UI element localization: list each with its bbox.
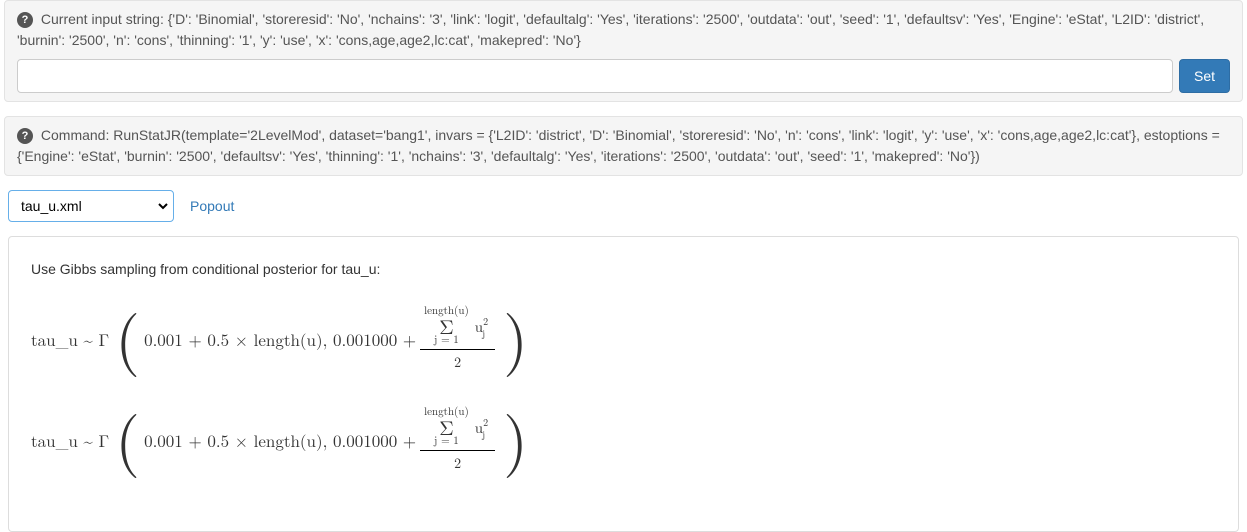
command-panel: ? Command: RunStatJR(template='2LevelMod… (4, 116, 1243, 176)
summand: uj2 (475, 417, 491, 438)
sigma-icon: length(u) Σ j = 1 (424, 406, 469, 448)
formula-body: 0.001 + 0.5 × length(u), 0.001000 + leng… (140, 305, 503, 372)
sigma-lower: j = 1 (434, 435, 459, 446)
input-row: Set (17, 59, 1230, 93)
summand-sup: 2 (483, 314, 488, 328)
command-text: ? Command: RunStatJR(template='2LevelMod… (17, 125, 1230, 167)
question-icon: ? (17, 128, 33, 144)
paren-left-icon: ( (115, 311, 140, 359)
formula-body: 0.001 + 0.5 × length(u), 0.001000 + leng… (140, 406, 503, 473)
formula-lhs: tau_u ~ Γ (31, 428, 109, 452)
formula-arg1: 0.001 + 0.5 × length(u), 0.001000 + (144, 428, 416, 452)
sigma-lower: j = 1 (434, 334, 459, 345)
fraction: length(u) Σ j = 1 uj2 2 (420, 406, 495, 473)
input-string-panel: ? Current input string: {'D': 'Binomial'… (4, 0, 1243, 102)
sigma-icon: length(u) Σ j = 1 (424, 305, 469, 347)
fraction-numerator: length(u) Σ j = 1 uj2 (420, 305, 495, 350)
formula-2: tau_u ~ Γ ( 0.001 + 0.5 × length(u), 0.0… (31, 406, 1216, 473)
summand: uj2 (475, 316, 491, 337)
question-icon: ? (17, 12, 33, 28)
paren-right-icon: ) (503, 311, 528, 359)
fraction-denom: 2 (454, 350, 461, 372)
input-string-value: {'D': 'Binomial', 'storeresid': 'No', 'n… (17, 11, 1204, 48)
formula-lhs: tau_u ~ Γ (31, 327, 109, 351)
input-string-label: Current input string: (41, 11, 164, 27)
fraction-numerator: length(u) Σ j = 1 uj2 (420, 406, 495, 451)
output-select[interactable]: tau_u.xml (11, 193, 171, 219)
set-button[interactable]: Set (1179, 59, 1230, 93)
output-panel: Use Gibbs sampling from conditional post… (8, 236, 1239, 532)
input-string-text: ? Current input string: {'D': 'Binomial'… (17, 9, 1230, 51)
paren-right-icon: ) (503, 412, 528, 460)
fraction: length(u) Σ j = 1 uj2 2 (420, 305, 495, 372)
formula-1: tau_u ~ Γ ( 0.001 + 0.5 × length(u), 0.0… (31, 305, 1216, 372)
command-value: RunStatJR(template='2LevelMod', dataset=… (17, 127, 1220, 164)
output-select-wrap: tau_u.xml (8, 190, 174, 222)
fraction-denom: 2 (454, 451, 461, 473)
popout-link[interactable]: Popout (190, 198, 234, 214)
output-heading: Use Gibbs sampling from conditional post… (31, 261, 1216, 277)
command-label: Command: (41, 127, 109, 143)
paren-left-icon: ( (115, 412, 140, 460)
formula-arg1: 0.001 + 0.5 × length(u), 0.001000 + (144, 327, 416, 351)
input-string-field[interactable] (17, 59, 1173, 93)
summand-sup: 2 (483, 415, 488, 429)
output-controls: tau_u.xml Popout (8, 190, 1239, 222)
